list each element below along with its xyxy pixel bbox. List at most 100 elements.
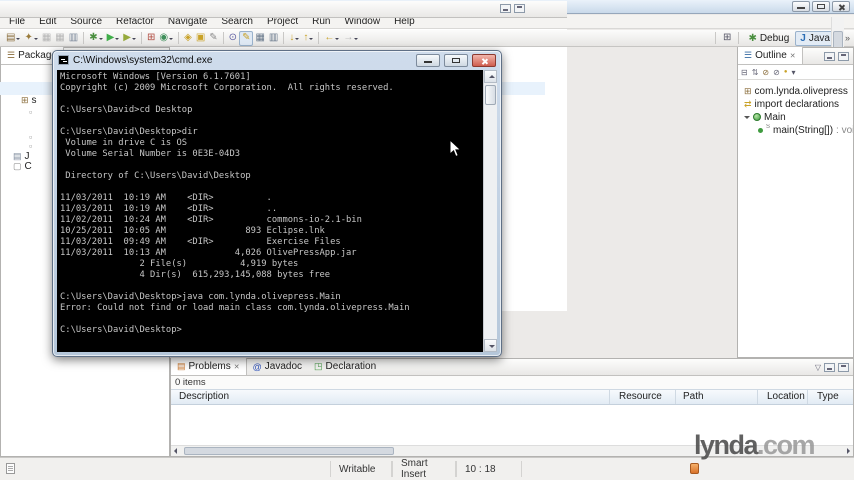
fast-view-icon[interactable] — [6, 463, 15, 474]
dropdown-arrow-icon — [115, 37, 120, 42]
outline-item-label: main(String[]) — [773, 124, 834, 136]
cmd-window[interactable]: C:\Windows\system32\cmd.exe Microsoft Wi… — [52, 50, 502, 357]
outline-item-class-main[interactable]: Main — [744, 111, 853, 123]
column-divider[interactable] — [609, 390, 610, 404]
scroll-down-icon[interactable] — [484, 339, 497, 352]
cmd-titlebar[interactable]: C:\Windows\system32\cmd.exe — [53, 51, 501, 69]
terminal-line: 11/02/2011 10:24 AM <DIR> commons-io-2.1… — [60, 215, 362, 225]
open-type-button[interactable]: ◈ — [182, 31, 194, 46]
hide-static-icon[interactable]: ⊘ — [773, 68, 780, 77]
mouse-cursor — [449, 139, 462, 158]
file-icon: ▢ — [13, 161, 22, 171]
scroll-left-icon[interactable] — [174, 448, 177, 454]
new-java-element-icon: ✦ — [24, 32, 33, 43]
column-description[interactable]: Description — [179, 391, 229, 402]
print-button[interactable]: ▥ — [67, 31, 80, 46]
column-path[interactable]: Path — [683, 391, 704, 402]
show-columns-button[interactable]: ▥ — [267, 31, 280, 46]
perspective-java-button[interactable]: J Java — [795, 30, 835, 46]
tree-item[interactable]: ▫ — [29, 141, 35, 151]
column-location[interactable]: Location — [767, 391, 805, 402]
editor-maximize-icon[interactable] — [514, 4, 525, 13]
forward-button[interactable]: → — [341, 31, 360, 46]
tree-item[interactable]: ▫ — [29, 107, 35, 117]
close-icon[interactable] — [832, 1, 850, 12]
show-table-button[interactable]: ▦ — [253, 31, 266, 46]
tab-problems[interactable]: ▤ Problems ✕ — [171, 358, 247, 375]
sort-icon[interactable]: ⇅ — [752, 68, 759, 77]
tab-problems-label: Problems — [188, 361, 231, 372]
perspective-bar: ⊞ ✱ Debug J Java » — [712, 30, 850, 46]
column-type[interactable]: Type — [817, 391, 839, 402]
run-button[interactable]: ▶ — [105, 31, 122, 46]
cmd-scrollbar-thumb[interactable] — [485, 85, 496, 105]
minimize-icon[interactable] — [792, 1, 810, 12]
annotation-mark-icon: ✎ — [209, 32, 218, 43]
filter-icon[interactable]: ▽ — [815, 363, 821, 372]
toolbar: ▤ ✦ ▦ ▦ ▥ ✱ ▶ ▶ ⊞ ◉ ◈ ▣ ✎ ⊙ ✎ ▦ ▥ ↓ ↑ ← … — [0, 30, 854, 47]
lynda-watermark: lynda.com — [694, 430, 816, 461]
annotation-mark-button[interactable]: ✎ — [207, 31, 219, 46]
external-tools-button[interactable]: ◉ — [157, 31, 175, 46]
open-resource-button[interactable]: ▣ — [194, 31, 207, 46]
new-java-element-button[interactable]: ✦ — [22, 31, 39, 46]
outline-item-label: import declarations — [754, 98, 840, 110]
open-perspective-button[interactable]: ⊞ — [721, 31, 733, 46]
expander-icon[interactable] — [744, 115, 750, 122]
column-divider[interactable] — [675, 390, 676, 404]
editor-minimize-icon[interactable] — [500, 4, 511, 13]
problems-minimize-icon[interactable] — [824, 363, 835, 372]
class-icon — [753, 113, 761, 121]
method-icon — [758, 127, 763, 133]
new-wizard-button[interactable]: ▤ — [4, 31, 22, 46]
problems-maximize-icon[interactable] — [838, 363, 849, 372]
perspective-debug-button[interactable]: ✱ Debug — [744, 31, 793, 46]
close-tab-icon[interactable]: ✕ — [790, 52, 796, 60]
save-all-button[interactable]: ▦ — [53, 31, 66, 46]
terminal[interactable]: Microsoft Windows [Version 6.1.7601] Cop… — [57, 70, 483, 352]
outline-item-imports[interactable]: ⇄ import declarations — [744, 98, 853, 110]
tab-javadoc[interactable]: @ Javadoc — [247, 358, 308, 375]
hide-non-public-icon[interactable]: ● — [784, 69, 788, 75]
outline-minimize-icon[interactable] — [824, 52, 835, 61]
back-button[interactable]: ← — [322, 31, 341, 46]
tree-item-src[interactable]: ⊞ s — [21, 95, 37, 106]
column-divider[interactable] — [757, 390, 758, 404]
outline-item-package[interactable]: ⊞ com.lynda.olivepress — [744, 85, 853, 97]
collapse-all-icon[interactable]: ⊟ — [741, 68, 748, 77]
previous-annotation-button[interactable]: ↑ — [301, 31, 315, 46]
hide-fields-icon[interactable]: ⊘ — [762, 68, 769, 77]
tab-outline[interactable]: ☰ Outline ✕ — [738, 47, 803, 64]
terminal-line: Volume Serial Number is 0E3E-04D3 — [60, 149, 241, 159]
save-button[interactable]: ▦ — [40, 31, 53, 46]
coverage-icon: ⊞ — [147, 32, 156, 43]
cmd-close-icon[interactable] — [472, 53, 496, 67]
perspective-debug-label: Debug — [759, 32, 790, 44]
run-last-button[interactable]: ▶ — [121, 31, 138, 46]
tab-declaration[interactable]: ◳ Declaration — [308, 358, 382, 375]
cmd-minimize-icon[interactable] — [416, 53, 440, 67]
package-icon: ⊞ — [21, 95, 29, 105]
column-divider[interactable] — [807, 390, 808, 404]
tree-item-classpath-file[interactable]: ▢ C — [13, 161, 32, 172]
cmd-scrollbar[interactable] — [483, 70, 497, 352]
hscrollbar-thumb[interactable] — [184, 447, 394, 455]
status-writable: Writable — [330, 461, 392, 477]
tab-javadoc-label: Javadoc — [264, 361, 303, 372]
scroll-up-icon[interactable] — [484, 70, 497, 83]
outline-item-method-main[interactable]: S main(String[]) : void — [758, 124, 853, 136]
cmd-maximize-icon[interactable] — [444, 53, 468, 67]
column-resource[interactable]: Resource — [619, 391, 662, 402]
restore-icon[interactable] — [812, 1, 830, 12]
close-tab-icon[interactable]: ✕ — [234, 363, 240, 371]
outline-maximize-icon[interactable] — [838, 52, 849, 61]
scroll-right-icon[interactable] — [847, 448, 850, 454]
next-annotation-button[interactable]: ↓ — [287, 31, 301, 46]
search-button[interactable]: ⊙ — [227, 31, 239, 46]
mark-occurrences-button[interactable]: ✎ — [239, 30, 254, 46]
view-menu-icon[interactable]: ▾ — [791, 68, 795, 77]
debug-button[interactable]: ✱ — [87, 31, 104, 46]
coverage-button[interactable]: ⊞ — [145, 31, 157, 46]
toolbar-overflow-chevron[interactable]: » — [845, 33, 850, 43]
